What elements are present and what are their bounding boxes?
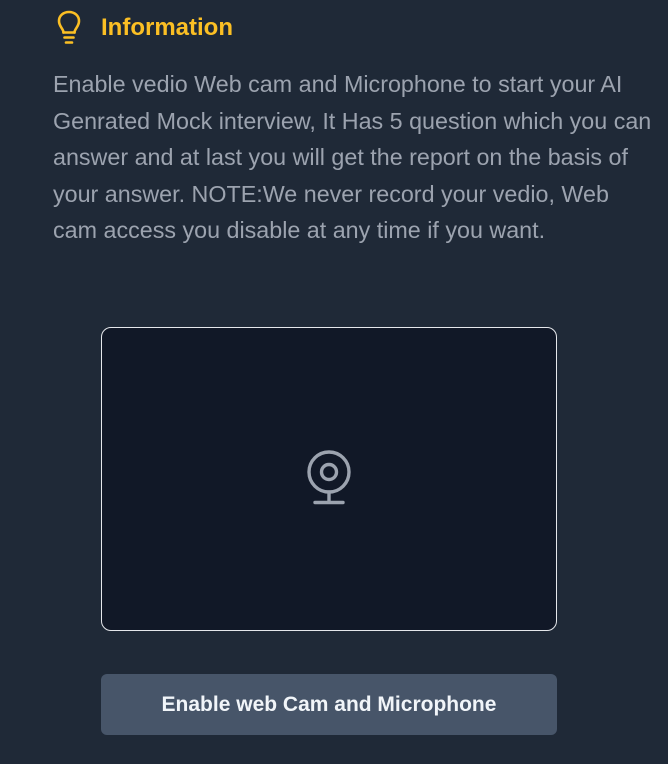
lightbulb-icon [55, 10, 83, 46]
webcam-icon [304, 450, 354, 508]
information-header: Information [55, 10, 233, 46]
enable-webcam-button[interactable]: Enable web Cam and Microphone [101, 674, 557, 735]
information-title: Information [101, 14, 233, 41]
information-description: Enable vedio Web cam and Microphone to s… [53, 71, 652, 244]
interview-setup-page: Information Enable vedio Web cam and Mic… [0, 0, 668, 764]
webcam-preview [101, 327, 557, 631]
